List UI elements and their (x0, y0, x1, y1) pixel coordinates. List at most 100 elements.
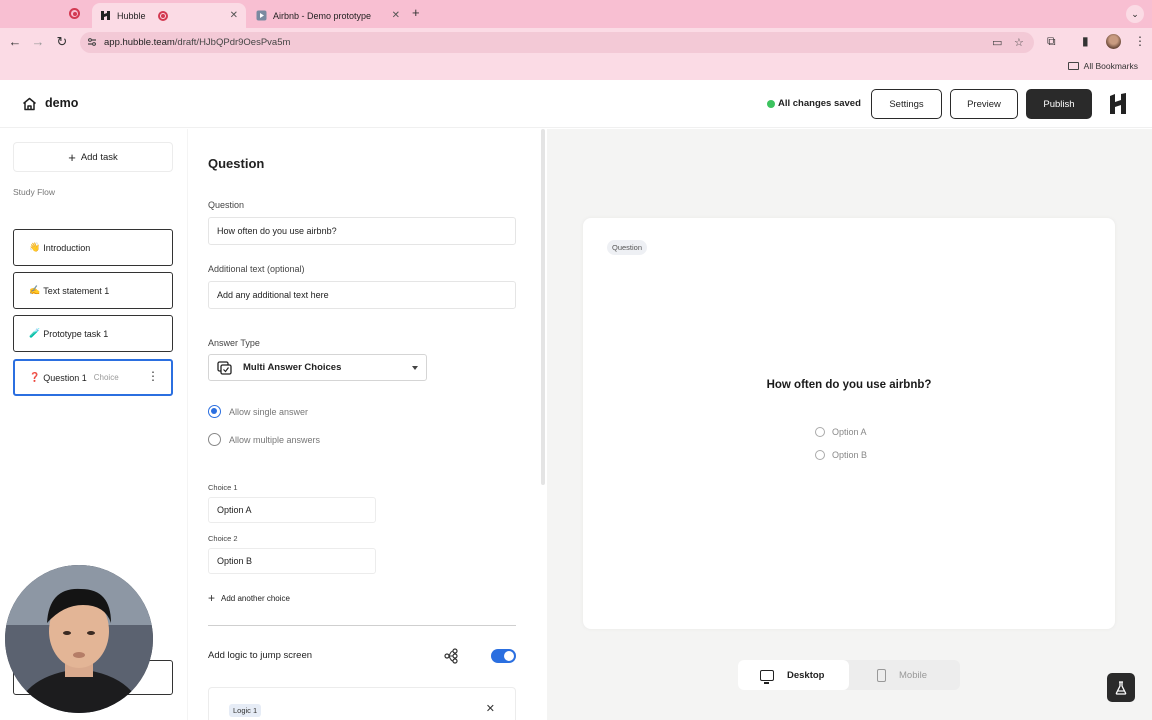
url-path: /draft/HJbQPdr9OesPva5m (174, 37, 291, 48)
section-label: Study Flow (13, 187, 56, 197)
radio-label: Allow multiple answers (229, 434, 321, 445)
wave-emoji-icon: 👋 (29, 242, 41, 252)
reload-icon[interactable]: ↻ (54, 34, 70, 50)
recording-icon (69, 8, 80, 19)
preview-card: Question How often do you use airbnb? Op… (583, 218, 1115, 629)
flow-item-label: Prototype task 1 (43, 328, 109, 339)
answer-type-value: Multi Answer Choices (243, 362, 342, 373)
preview-option-label: Option A (832, 427, 867, 437)
project-name[interactable]: demo (45, 96, 78, 110)
profile-avatar[interactable] (1106, 34, 1121, 49)
close-icon[interactable]: ✕ (486, 702, 495, 715)
branch-logic-icon[interactable] (443, 648, 459, 664)
radio-button-selected[interactable] (208, 405, 221, 418)
desktop-view-button[interactable]: Desktop (738, 660, 849, 690)
question-editor-panel: Question Question How often do you use a… (187, 129, 547, 720)
answer-type-label: Answer Type (208, 338, 260, 348)
add-choice-label: Add another choice (221, 593, 290, 603)
settings-button[interactable]: Settings (871, 89, 942, 119)
preview-question: How often do you use airbnb? (766, 379, 932, 391)
plus-icon: + (68, 149, 76, 165)
back-arrow-icon[interactable]: ← (7, 34, 23, 49)
radio-button[interactable] (815, 427, 825, 437)
mobile-view-button[interactable]: Mobile (849, 660, 960, 690)
hubble-favicon-icon (100, 10, 111, 21)
tab-label: Airbnb - Demo prototype (273, 10, 372, 21)
new-tab-icon[interactable]: + (412, 5, 420, 20)
preview-option-label: Option B (832, 450, 868, 460)
radio-single-answer[interactable]: Allow single answer (208, 405, 308, 418)
home-icon[interactable] (22, 97, 37, 111)
section-divider (208, 625, 516, 626)
device-toggle: Desktop Mobile (738, 660, 960, 690)
app-header: demo All changes saved Settings Preview … (0, 80, 1152, 128)
tab-hubble[interactable]: Hubble ✕ (92, 3, 246, 28)
publish-button[interactable]: Publish (1026, 89, 1092, 119)
add-task-label: Add task (80, 151, 118, 163)
radio-multiple-answers[interactable]: Allow multiple answers (208, 433, 320, 446)
hubble-logo-icon (1110, 93, 1126, 114)
additional-text-label: Additional text (optional) (208, 264, 305, 274)
question-field-label: Question (208, 200, 245, 210)
bookmark-star-icon[interactable]: ☆ (1014, 36, 1024, 49)
browser-menu-icon[interactable]: ⋮ (1134, 34, 1146, 48)
browser-tab-strip: Hubble ✕ Airbnb - Demo prototype ✕ + ⌄ (0, 0, 1152, 28)
tab-airbnb-demo[interactable]: Airbnb - Demo prototype ✕ (248, 3, 408, 28)
add-task-button[interactable]: + Add task (13, 142, 173, 172)
desktop-icon (760, 669, 774, 684)
radio-label: Allow single answer (229, 406, 309, 417)
forward-arrow-icon[interactable]: → (30, 34, 46, 49)
saved-status-dot (767, 99, 775, 108)
url-host: app.hubble.team (104, 37, 175, 48)
flow-item-type: Choice (93, 373, 119, 382)
answer-type-select[interactable]: Multi Answer Choices (208, 354, 427, 381)
flow-item-introduction[interactable]: 👋 Introduction (13, 229, 173, 266)
flow-item-question[interactable]: ❓ Question 1 Choice ⋮ (13, 359, 173, 396)
radio-button[interactable] (815, 450, 825, 460)
tab-search-chevron-icon[interactable]: ⌄ (1126, 5, 1144, 23)
logic-rule-card: Logic 1 ✕ (208, 687, 516, 720)
preview-button[interactable]: Preview (950, 89, 1018, 119)
preview-option[interactable]: Option B (815, 450, 867, 460)
browser-toolbar: ← → ↻ app.hubble.team/draft/HJbQPdr9OesP… (0, 28, 1152, 56)
all-bookmarks-button[interactable]: All Bookmarks (1067, 61, 1138, 71)
logic-section-label: Add logic to jump screen (208, 650, 313, 661)
camera-icon[interactable]: ▭ (992, 36, 1002, 49)
address-bar[interactable]: app.hubble.team/draft/HJbQPdr9OesPva5m ▭… (80, 32, 1034, 53)
extensions-icon[interactable]: ⧉ (1047, 34, 1056, 49)
plus-icon: + (208, 591, 216, 605)
side-panel-icon[interactable]: ▮ (1082, 34, 1089, 48)
logic-toggle[interactable] (491, 649, 516, 663)
add-another-choice-button[interactable]: + Add another choice (208, 591, 290, 605)
bookmarks-bar: All Bookmarks (0, 56, 1152, 80)
preview-option[interactable]: Option A (815, 427, 867, 437)
site-settings-icon[interactable] (87, 37, 97, 47)
choice-input[interactable]: Option B (208, 548, 376, 574)
choice-label: Choice 2 (208, 534, 238, 543)
close-tab-icon[interactable]: ✕ (392, 10, 400, 21)
writing-hand-emoji-icon: ✍️ (29, 285, 41, 295)
mobile-label: Mobile (899, 669, 927, 681)
additional-text-input[interactable]: Add any additional text here (208, 281, 516, 309)
editor-title: Question (208, 156, 265, 171)
webcam-overlay (5, 565, 153, 713)
choice-input[interactable]: Option A (208, 497, 376, 523)
question-input[interactable]: How often do you use airbnb? (208, 217, 516, 245)
save-status: All changes saved (767, 98, 861, 109)
more-options-icon[interactable]: ⋮ (147, 370, 159, 382)
mobile-icon (877, 668, 886, 682)
editor-scrollbar[interactable] (541, 129, 545, 485)
flow-item-text-statement[interactable]: ✍️ Text statement 1 (13, 272, 173, 309)
close-tab-icon[interactable]: ✕ (230, 10, 238, 21)
question-mark-emoji-icon: ❓ (29, 372, 41, 382)
presenter-video-image (5, 565, 153, 713)
flow-item-prototype-task[interactable]: 🧪 Prototype task 1 (13, 315, 173, 352)
desktop-label: Desktop (787, 669, 825, 681)
flow-item-label: Introduction (43, 242, 91, 253)
radio-button[interactable] (208, 433, 221, 446)
test-tube-emoji-icon: 🧪 (29, 328, 41, 338)
test-beaker-button[interactable] (1107, 673, 1135, 702)
flow-item-label: Question 1 (43, 372, 87, 383)
beaker-icon (1115, 680, 1127, 695)
play-favicon-icon (256, 10, 267, 21)
